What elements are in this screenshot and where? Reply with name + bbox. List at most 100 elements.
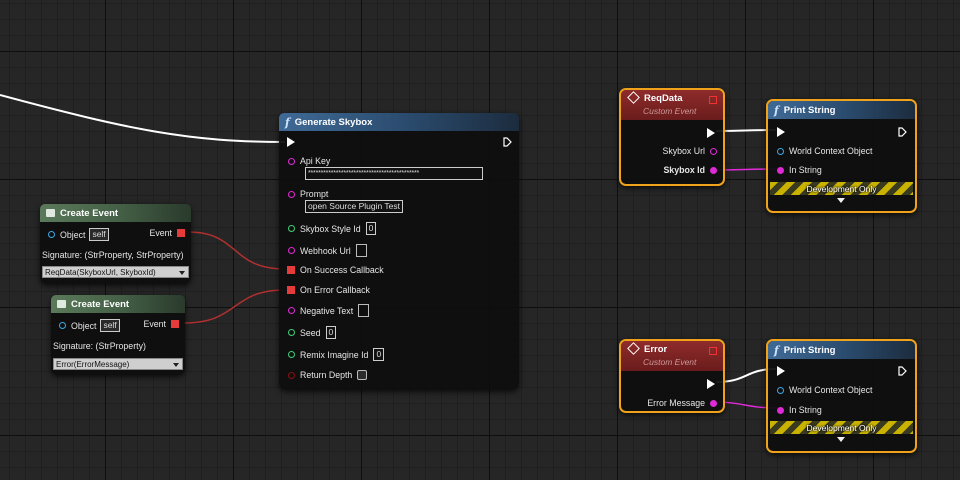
error-header[interactable]: Error Custom Event — [621, 341, 723, 371]
error-event-node[interactable]: Error Custom Event Error Message — [619, 339, 725, 413]
api-key-label: Api Key — [300, 156, 331, 166]
print-string-1-header[interactable]: f Print String — [768, 101, 915, 119]
error-subtitle: Custom Event — [643, 357, 697, 367]
reqdata-subtitle: Custom Event — [643, 106, 697, 116]
seed-input[interactable]: 0 — [325, 326, 337, 339]
skybox-style-id-pin[interactable] — [288, 225, 295, 232]
error-message-label: Error Message — [647, 398, 705, 408]
print-string-2-title: Print String — [783, 344, 836, 356]
create-event-node-2[interactable]: Create Event Object self Event Signature… — [51, 295, 185, 375]
world-context-label: World Context Object — [789, 385, 873, 395]
object-pin[interactable] — [48, 231, 55, 238]
delegate-pin[interactable] — [709, 96, 717, 104]
print-string-node-2[interactable]: f Print String World Context Object In S… — [766, 339, 917, 453]
return-depth-checkbox[interactable] — [357, 370, 368, 380]
seed-row: Seed 0 — [288, 326, 337, 339]
development-only-label: Development Only — [806, 183, 877, 194]
remix-row: Remix Imagine Id 0 — [288, 348, 385, 361]
exec-out-pin[interactable] — [707, 128, 715, 138]
exec-in-pin[interactable] — [287, 137, 295, 147]
prompt-input[interactable]: open Source Plugin Test — [305, 200, 403, 213]
reqdata-title: ReqData — [644, 93, 683, 104]
exec-out-pin[interactable] — [898, 127, 907, 137]
object-label: Object — [60, 229, 86, 240]
webhook-url-row: Webhook Url — [288, 244, 367, 257]
reqdata-header[interactable]: ReqData Custom Event — [621, 90, 723, 120]
exec-in-pin[interactable] — [777, 127, 785, 137]
reqdata-event-node[interactable]: ReqData Custom Event Skybox Url Skybox I… — [619, 88, 725, 186]
in-string-pin[interactable] — [777, 166, 784, 174]
signature-text: Signature: (StrProperty, StrProperty) — [42, 250, 184, 260]
object-input[interactable]: self — [89, 228, 109, 241]
on-error-pin[interactable] — [287, 286, 295, 294]
expand-arrow-icon[interactable] — [837, 437, 845, 442]
signature-text: Signature: (StrProperty) — [53, 341, 146, 351]
development-only-label: Development Only — [806, 422, 877, 433]
skybox-id-pin[interactable] — [710, 166, 717, 174]
delegate-wire-success — [187, 231, 286, 270]
remix-input[interactable]: 0 — [373, 348, 385, 361]
skybox-style-id-input[interactable]: 0 — [365, 222, 377, 235]
exec-out-pin[interactable] — [503, 137, 512, 147]
object-label: Object — [71, 320, 97, 331]
skybox-url-pin[interactable] — [710, 147, 717, 155]
create-event-2-title: Create Event — [71, 298, 130, 310]
function-select[interactable]: ReqData(SkyboxUrl, SkyboxId) — [42, 266, 189, 278]
in-string-pin[interactable] — [777, 406, 784, 414]
exec-out-pin[interactable] — [898, 366, 907, 376]
print-string-2-header[interactable]: f Print String — [768, 341, 915, 359]
event-icon — [627, 342, 640, 355]
delegate-pin[interactable] — [709, 347, 717, 355]
event-label: Event — [143, 319, 167, 329]
error-message-pin[interactable] — [710, 399, 717, 407]
create-event-icon — [57, 300, 66, 308]
function-select[interactable]: Error(ErrorMessage) — [53, 358, 183, 370]
create-event-2-header[interactable]: Create Event — [51, 295, 185, 313]
chevron-down-icon — [179, 271, 185, 275]
event-label: Event — [149, 228, 173, 238]
return-depth-pin[interactable] — [288, 371, 295, 379]
print-string-node-1[interactable]: f Print String World Context Object In S… — [766, 99, 917, 213]
world-context-pin[interactable] — [777, 386, 784, 394]
remix-pin[interactable] — [288, 351, 295, 358]
on-success-row: On Success Callback — [287, 265, 384, 275]
negative-text-pin[interactable] — [288, 307, 295, 314]
seed-pin[interactable] — [288, 329, 295, 336]
expand-arrow-icon[interactable] — [837, 198, 845, 203]
exec-in-pin[interactable] — [777, 366, 785, 376]
api-key-pin[interactable] — [288, 157, 295, 165]
on-success-pin[interactable] — [287, 266, 295, 274]
webhook-url-input[interactable] — [355, 244, 367, 257]
print-string-1-title: Print String — [783, 104, 836, 116]
exec-out-pin[interactable] — [707, 379, 715, 389]
negative-text-row: Negative Text — [288, 304, 370, 317]
create-event-icon — [46, 209, 55, 217]
world-context-label: World Context Object — [789, 146, 873, 156]
event-out-pin[interactable] — [171, 320, 179, 328]
object-input[interactable]: self — [100, 319, 120, 332]
function-icon: f — [285, 115, 290, 129]
prompt-pin[interactable] — [288, 190, 295, 198]
return-depth-row: Return Depth — [288, 370, 368, 380]
event-out-pin[interactable] — [177, 229, 185, 237]
create-event-node-1[interactable]: Create Event Object self Event Signature… — [40, 204, 191, 284]
skybox-id-label: Skybox Id — [663, 165, 705, 175]
event-icon — [627, 91, 640, 104]
generate-skybox-title: Generate Skybox — [294, 116, 373, 128]
create-event-1-header[interactable]: Create Event — [40, 204, 191, 222]
prompt-label: Prompt — [300, 189, 329, 199]
negative-text-input[interactable] — [358, 304, 370, 317]
error-title: Error — [644, 344, 668, 355]
api-key-row: Api Key — [288, 156, 330, 166]
development-only-bar: Development Only — [770, 421, 913, 434]
object-pin[interactable] — [59, 322, 66, 329]
on-error-row: On Error Callback — [287, 285, 370, 295]
webhook-url-label: Webhook Url — [300, 245, 351, 256]
generate-skybox-header[interactable]: f Generate Skybox — [279, 113, 519, 131]
generate-skybox-node[interactable]: f Generate Skybox Api Key **************… — [279, 113, 519, 390]
function-select-value: ReqData(SkyboxUrl, SkyboxId) — [45, 268, 156, 277]
world-context-pin[interactable] — [777, 147, 784, 155]
api-key-input[interactable]: ****************************************… — [305, 167, 483, 180]
in-string-label: In String — [789, 405, 822, 415]
webhook-url-pin[interactable] — [288, 247, 295, 254]
